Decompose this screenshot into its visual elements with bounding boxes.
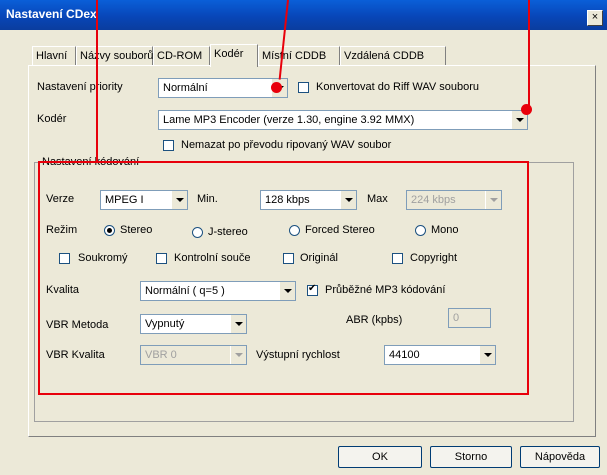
cancel-button[interactable]: Storno (430, 446, 512, 468)
window-title: Nastavení CDex (6, 7, 97, 21)
priority-label: Nastavení priority (37, 81, 123, 93)
riff-checkbox[interactable] (298, 82, 309, 93)
tab-encoder[interactable]: Kodér (210, 44, 258, 67)
tab-cdrom[interactable]: CD-ROM (153, 46, 210, 66)
encoder-select[interactable]: Lame MP3 Encoder (verze 1.30, engine 3.9… (158, 110, 528, 130)
keep-wav-checkbox[interactable] (163, 140, 174, 151)
tab-main[interactable]: Hlavní (32, 46, 76, 66)
tab-local-cddb[interactable]: Místní CDDB (258, 46, 340, 66)
encoder-label: Kodér (37, 113, 67, 125)
tab-remote-cddb[interactable]: Vzdálená CDDB (340, 46, 446, 66)
priority-select[interactable]: Normální (158, 78, 288, 98)
annotation-marker (521, 104, 532, 115)
tab-filenames[interactable]: Názvy souborů (76, 46, 153, 66)
annotation-line (96, 0, 98, 162)
riff-label: Konvertovat do Riff WAV souboru (316, 81, 480, 93)
encoder-value: Lame MP3 Encoder (verze 1.30, engine 3.9… (163, 114, 415, 126)
annotation-marker (271, 82, 282, 93)
help-button[interactable]: Nápověda (520, 446, 600, 468)
ok-button[interactable]: OK (338, 446, 422, 468)
annotation-box (38, 161, 529, 395)
keep-wav-label: Nemazat po převodu ripovaný WAV soubor (181, 139, 392, 151)
priority-value: Normální (163, 82, 208, 94)
annotation-line (528, 0, 530, 108)
close-button[interactable]: × (587, 10, 603, 26)
